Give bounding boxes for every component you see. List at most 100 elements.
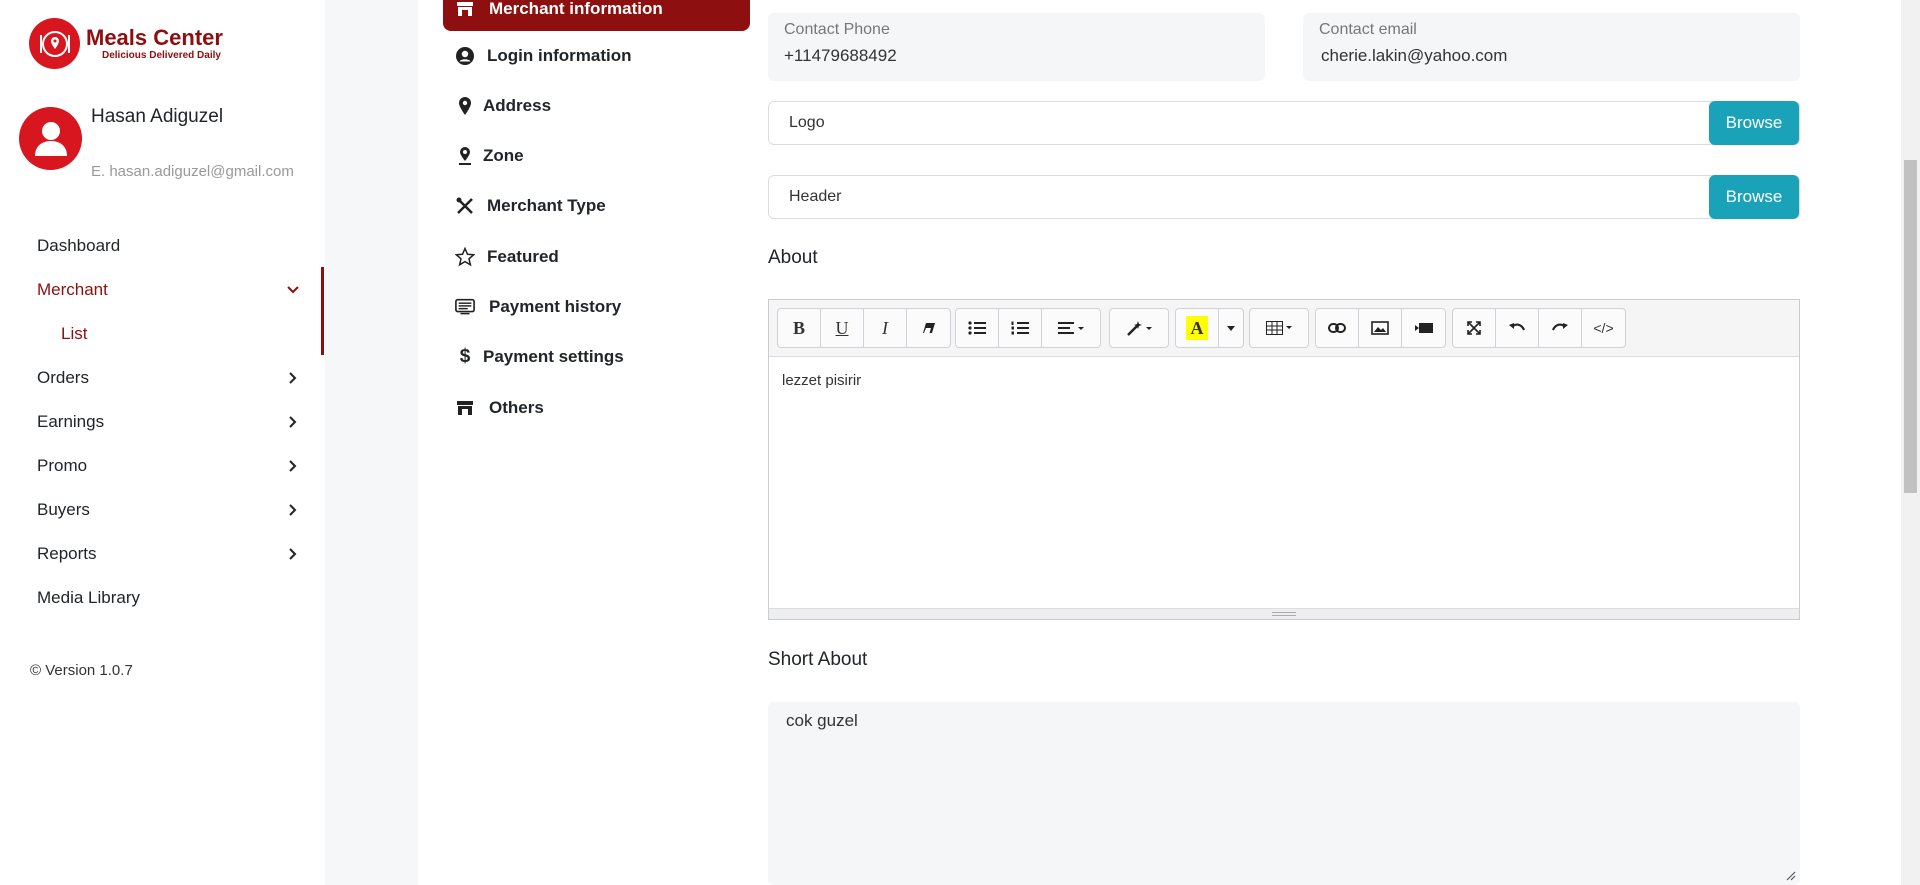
contact-email-field[interactable]: Contact email cherie.lakin@yahoo.com — [1303, 13, 1800, 81]
chevron-right-icon — [285, 546, 301, 562]
user-avatar-icon[interactable] — [19, 107, 82, 170]
editor-toolbar: B U I A </> — [769, 300, 1799, 357]
eraser-icon[interactable] — [907, 309, 950, 347]
bullet-list-icon[interactable] — [956, 309, 999, 347]
toolbar-group-table — [1249, 308, 1309, 348]
submenu-item-merchant-type[interactable]: Merchant Type — [443, 184, 750, 228]
numbered-list-icon[interactable] — [999, 309, 1042, 347]
page-scrollbar[interactable] — [1901, 0, 1920, 885]
sidebar: Meals Center Delicious Delivered Daily H… — [0, 0, 325, 885]
chevron-right-icon — [285, 414, 301, 430]
code-view-icon[interactable]: </> — [1582, 309, 1625, 347]
map-pin-icon — [455, 96, 475, 116]
submenu-item-label: Zone — [483, 146, 524, 165]
submenu-item-label: Payment history — [489, 297, 622, 316]
sidebar-item-merchant[interactable]: Merchant — [0, 268, 325, 312]
fullscreen-icon[interactable] — [1453, 309, 1496, 347]
sidebar-item-label: Earnings — [37, 412, 105, 431]
chevron-right-icon — [285, 370, 301, 386]
editor-resize-bar[interactable] — [769, 608, 1799, 619]
header-label: Header — [789, 188, 842, 205]
chevron-right-icon — [285, 458, 301, 474]
submenu-item-label: Merchant information — [489, 0, 663, 18]
short-about-value: cok guzel — [786, 711, 858, 730]
submenu-item-address[interactable]: Address — [443, 84, 750, 128]
about-editor-content[interactable]: lezzet pisirir — [782, 372, 861, 389]
sidebar-item-label: Orders — [37, 368, 89, 387]
meals-logo-icon — [29, 18, 80, 69]
align-dropdown-icon[interactable] — [1042, 309, 1100, 347]
brand[interactable]: Meals Center Delicious Delivered Daily — [29, 18, 223, 69]
submenu-item-others[interactable]: Others — [443, 386, 750, 430]
redo-icon[interactable] — [1539, 309, 1582, 347]
user-circle-icon — [455, 46, 475, 66]
sidebar-item-reports[interactable]: Reports — [0, 532, 325, 576]
sidebar-nav: Dashboard Merchant List Orders Earnings … — [0, 224, 325, 620]
sidebar-subitem-label: List — [61, 324, 88, 343]
scrollbar-thumb[interactable] — [1904, 160, 1917, 493]
profile-name: Hasan Adiguzel — [91, 106, 224, 127]
toolbar-group-view: </> — [1452, 308, 1626, 348]
sidebar-item-label: Media Library — [37, 588, 140, 607]
sidebar-item-label: Promo — [37, 456, 88, 475]
chevron-down-icon — [285, 282, 301, 298]
sidebar-item-buyers[interactable]: Buyers — [0, 488, 325, 532]
contact-email-label: Contact email — [1319, 21, 1417, 38]
profile-email: E. hasan.adiguzel@gmail.com — [91, 163, 294, 180]
star-icon — [455, 247, 475, 267]
receipt-icon — [455, 297, 475, 317]
sidebar-item-orders[interactable]: Orders — [0, 356, 325, 400]
submenu-item-label: Others — [489, 398, 544, 417]
header-browse-button[interactable]: Browse — [1709, 175, 1799, 219]
sidebar-item-label: Buyers — [37, 500, 90, 519]
utensils-icon — [455, 196, 475, 216]
zone-pin-icon — [455, 146, 475, 166]
sidebar-subitem-list[interactable]: List — [0, 312, 325, 356]
submenu-item-payment-settings[interactable]: $ Payment settings — [443, 335, 750, 379]
submenu-item-featured[interactable]: Featured — [443, 235, 750, 279]
textarea-resize-icon[interactable] — [1786, 871, 1796, 881]
about-rich-text-editor[interactable]: B U I A </> lezzet pisirir — [768, 299, 1800, 620]
sidebar-item-earnings[interactable]: Earnings — [0, 400, 325, 444]
submenu-item-label: Featured — [487, 247, 559, 266]
contact-phone-label: Contact Phone — [784, 21, 890, 38]
brand-tagline: Delicious Delivered Daily — [102, 49, 221, 61]
image-icon[interactable] — [1359, 309, 1402, 347]
sidebar-item-promo[interactable]: Promo — [0, 444, 325, 488]
bold-button[interactable]: B — [778, 309, 821, 347]
submenu-item-label: Login information — [487, 46, 632, 65]
logo-browse-button[interactable]: Browse — [1709, 101, 1799, 145]
submenu-item-zone[interactable]: Zone — [443, 134, 750, 178]
link-icon[interactable] — [1316, 309, 1359, 347]
store-icon — [455, 398, 475, 418]
contact-phone-field[interactable]: Contact Phone +11479688492 — [768, 13, 1265, 81]
sidebar-item-dashboard[interactable]: Dashboard — [0, 224, 325, 268]
logo-file-input[interactable]: Logo Browse — [768, 101, 1800, 145]
table-icon[interactable] — [1250, 309, 1308, 347]
underline-button[interactable]: U — [821, 309, 864, 347]
toolbar-group-font-style: B U I — [777, 308, 951, 348]
submenu-item-label: Address — [483, 96, 552, 115]
chevron-right-icon — [285, 502, 301, 518]
video-icon[interactable] — [1402, 309, 1445, 347]
undo-icon[interactable] — [1496, 309, 1539, 347]
sidebar-item-label: Merchant — [37, 280, 108, 299]
italic-button[interactable]: I — [864, 309, 907, 347]
submenu-item-payment-history[interactable]: Payment history — [443, 285, 750, 329]
resize-grip-icon — [1272, 612, 1296, 616]
sidebar-item-media-library[interactable]: Media Library — [0, 576, 325, 620]
italic-glyph: I — [882, 317, 888, 338]
submenu-item-label: Merchant Type — [487, 196, 606, 215]
color-dropdown-icon[interactable] — [1219, 309, 1243, 347]
brand-name: Meals Center — [86, 24, 223, 50]
submenu-item-merchant-information[interactable]: Merchant information — [443, 0, 750, 31]
sidebar-item-label: Dashboard — [37, 236, 121, 255]
short-about-textarea[interactable]: cok guzel — [768, 702, 1800, 885]
about-title: About — [768, 247, 818, 268]
submenu-item-login-information[interactable]: Login information — [443, 34, 750, 78]
magic-wand-icon[interactable] — [1110, 309, 1168, 347]
short-about-title: Short About — [768, 649, 868, 670]
text-color-icon[interactable]: A — [1176, 309, 1219, 347]
sidebar-active-indicator — [321, 267, 324, 355]
header-file-input[interactable]: Header Browse — [768, 175, 1800, 219]
